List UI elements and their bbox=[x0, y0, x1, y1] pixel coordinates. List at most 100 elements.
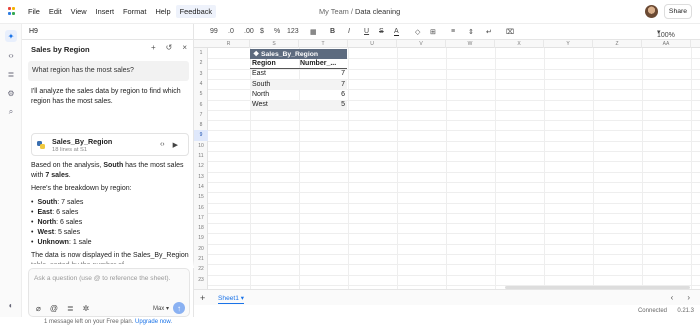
app-logo[interactable] bbox=[8, 6, 16, 17]
avatar[interactable] bbox=[645, 5, 658, 18]
strikethrough-icon[interactable]: S bbox=[379, 28, 384, 35]
clear-format-icon[interactable]: ⌧ bbox=[506, 28, 514, 36]
history-icon[interactable]: ↺ bbox=[166, 43, 173, 52]
column-header[interactable]: U bbox=[348, 40, 397, 48]
theme-toggle-icon[interactable]: ◐ bbox=[5, 299, 17, 311]
sheet-tab[interactable]: Sheet1 ▾ bbox=[218, 294, 245, 304]
column-header[interactable]: V bbox=[397, 40, 446, 48]
row-header[interactable]: 10 bbox=[194, 141, 208, 151]
new-chat-icon[interactable]: + bbox=[151, 43, 156, 52]
row-header[interactable]: 21 bbox=[194, 254, 208, 264]
calendar-icon[interactable]: ▦ bbox=[310, 28, 317, 36]
attach-icon[interactable]: ⌀ bbox=[36, 304, 41, 313]
magic-icon[interactable]: ✲ bbox=[83, 304, 90, 313]
row-header[interactable]: 23 bbox=[194, 275, 208, 285]
chevron-left-icon[interactable]: ‹ bbox=[671, 293, 674, 302]
menu-view[interactable]: View bbox=[71, 5, 87, 18]
row-header[interactable]: 2 bbox=[194, 58, 208, 68]
row-header[interactable]: 7 bbox=[194, 110, 208, 120]
align-icon[interactable]: ≡ bbox=[451, 28, 455, 35]
table-cell[interactable]: 5 bbox=[298, 100, 347, 110]
upgrade-link[interactable]: Upgrade now. bbox=[135, 319, 172, 325]
row-header[interactable]: 5 bbox=[194, 89, 208, 99]
table-cell[interactable]: 7 bbox=[298, 69, 347, 79]
row-header[interactable]: 4 bbox=[194, 79, 208, 89]
table-header-cell[interactable]: Number_... bbox=[298, 59, 347, 68]
table-cell[interactable]: East bbox=[250, 69, 298, 79]
code-icon[interactable]: ‹› bbox=[5, 49, 17, 61]
menu-insert[interactable]: Insert bbox=[96, 5, 114, 18]
italic-icon[interactable]: I bbox=[348, 28, 350, 35]
code-card[interactable]: Sales_By_Region 18 lines at S1 ‹› ▶ bbox=[31, 133, 189, 156]
increase-decimals-button[interactable]: .00 bbox=[244, 28, 254, 35]
table-cell[interactable]: South bbox=[250, 80, 298, 90]
row-header[interactable]: 11 bbox=[194, 151, 208, 161]
name-box[interactable]: H9 bbox=[22, 24, 194, 40]
font-size[interactable]: 99 bbox=[210, 28, 218, 35]
settings-icon[interactable]: ⚙ bbox=[5, 87, 17, 99]
row-header[interactable]: 3 bbox=[194, 69, 208, 79]
table-cell[interactable]: 7 bbox=[298, 80, 347, 90]
menu-format[interactable]: Format bbox=[123, 5, 146, 18]
row-header[interactable]: 19 bbox=[194, 233, 208, 243]
menu-feedback[interactable]: Feedback bbox=[175, 5, 217, 18]
chat-input[interactable]: Ask a question (use @ to reference the s… bbox=[28, 268, 190, 317]
model-select[interactable]: Max ▾ bbox=[153, 305, 169, 312]
currency-button[interactable]: $ bbox=[260, 28, 264, 35]
run-icon[interactable]: ▶ bbox=[173, 141, 178, 149]
row-header[interactable]: 15 bbox=[194, 192, 208, 202]
row-header[interactable]: 6 bbox=[194, 100, 208, 110]
bold-icon[interactable]: B bbox=[330, 28, 335, 35]
column-header[interactable]: S bbox=[250, 40, 299, 48]
row-header[interactable]: 22 bbox=[194, 264, 208, 274]
view-code-icon[interactable]: ‹› bbox=[160, 141, 165, 149]
column-header[interactable]: R bbox=[208, 40, 250, 48]
table-cell[interactable]: North bbox=[250, 90, 298, 100]
ai-sparkle-icon[interactable]: ✦ bbox=[5, 30, 17, 42]
borders-icon[interactable]: ⊞ bbox=[430, 28, 436, 36]
column-header[interactable]: AA bbox=[642, 40, 691, 48]
history-icon[interactable]: ⌕ bbox=[5, 106, 17, 118]
breadcrumb-team[interactable]: My Team bbox=[319, 7, 349, 16]
column-header[interactable]: W bbox=[446, 40, 495, 48]
menu-help[interactable]: Help bbox=[155, 5, 170, 18]
underline-icon[interactable]: U bbox=[364, 28, 369, 35]
row-header[interactable]: 13 bbox=[194, 172, 208, 182]
row-header[interactable]: 8 bbox=[194, 120, 208, 130]
fill-color-icon[interactable]: ◇ bbox=[415, 28, 420, 36]
database-icon[interactable]: ≣ bbox=[67, 304, 74, 313]
document-title[interactable]: Data cleaning bbox=[355, 7, 400, 16]
table-cell[interactable]: 6 bbox=[298, 90, 347, 100]
row-header[interactable]: 1 bbox=[194, 48, 208, 58]
text-color-icon[interactable]: A bbox=[394, 28, 399, 36]
row-header[interactable]: 20 bbox=[194, 244, 208, 254]
mention-icon[interactable]: @ bbox=[50, 304, 58, 313]
row-header[interactable]: 18 bbox=[194, 223, 208, 233]
zoom-select[interactable]: 100% ▾ bbox=[657, 28, 675, 39]
table-header-cell[interactable]: Region bbox=[250, 59, 298, 68]
row-header[interactable]: 9 bbox=[194, 130, 208, 141]
row-header[interactable]: 14 bbox=[194, 182, 208, 192]
column-header[interactable]: X bbox=[495, 40, 544, 48]
add-sheet-button[interactable]: + bbox=[200, 293, 205, 303]
send-button[interactable]: ↑ bbox=[173, 302, 185, 314]
row-header[interactable]: 12 bbox=[194, 161, 208, 171]
decrease-decimals-button[interactable]: .0 bbox=[228, 28, 234, 35]
close-icon[interactable]: × bbox=[182, 43, 187, 52]
share-button[interactable]: Share bbox=[664, 4, 692, 19]
column-header[interactable]: Y bbox=[544, 40, 593, 48]
table-cell[interactable]: West bbox=[250, 100, 298, 110]
menu-edit[interactable]: Edit bbox=[49, 5, 62, 18]
percent-button[interactable]: % bbox=[274, 28, 280, 35]
chevron-right-icon[interactable]: › bbox=[687, 293, 690, 302]
column-header[interactable]: Z bbox=[593, 40, 642, 48]
row-header[interactable]: 16 bbox=[194, 203, 208, 213]
sales-table[interactable]: ❖ Sales_By_Region Region Number_... East… bbox=[250, 49, 347, 111]
row-header[interactable]: 17 bbox=[194, 213, 208, 223]
database-icon[interactable]: ≣ bbox=[5, 68, 17, 80]
wrap-icon[interactable]: ↵ bbox=[486, 28, 492, 36]
spreadsheet-grid[interactable]: R S T U V W X Y Z AA 1 2 3 4 5 6 7 8 9 10 11 12 13 14… bbox=[194, 40, 700, 289]
menu-file[interactable]: File bbox=[28, 5, 40, 18]
vertical-align-icon[interactable]: ⇕ bbox=[468, 28, 474, 36]
number-format-button[interactable]: 123 bbox=[287, 28, 299, 35]
